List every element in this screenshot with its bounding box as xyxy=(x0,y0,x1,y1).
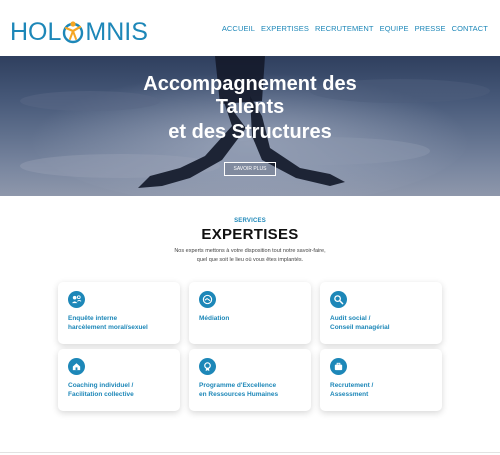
card-label: Médiation xyxy=(199,315,309,324)
intro-line1: Nos experts mettons à votre disposition … xyxy=(174,248,326,254)
card-label-line1: Médiation xyxy=(199,315,230,322)
logo-text-left: HOL xyxy=(10,18,62,46)
logo-figure-icon xyxy=(63,21,84,44)
magnifier-icon xyxy=(330,291,347,308)
logo-text-right: MNIS xyxy=(85,18,148,46)
nav-item-accueil[interactable]: ACCUEIL xyxy=(222,24,255,33)
hero-title-line3: et des Structures xyxy=(168,121,332,143)
main-nav: ACCUEIL EXPERTISES RECRUTEMENT EQUIPE PR… xyxy=(222,24,488,33)
nav-item-equipe[interactable]: EQUIPE xyxy=(380,24,409,33)
card-programme-excellence[interactable]: Programme d'Excellence en Ressources Hum… xyxy=(189,349,311,411)
brand-logo[interactable]: HOL MNIS xyxy=(10,17,148,47)
card-label: Coaching individuel / Facilitation colle… xyxy=(68,382,178,399)
card-label-line1: Recrutement / xyxy=(330,382,374,389)
card-mediation[interactable]: Médiation xyxy=(189,282,311,344)
footer-divider xyxy=(0,452,500,453)
briefcase-icon xyxy=(330,358,347,375)
hero-title-line1: Accompagnement des xyxy=(143,73,357,95)
card-label-line1: Coaching individuel / xyxy=(68,382,134,389)
nav-item-contact[interactable]: CONTACT xyxy=(452,24,488,33)
card-label-line2: Facilitation collective xyxy=(68,390,134,398)
house-icon xyxy=(68,358,85,375)
card-label: Programme d'Excellence en Ressources Hum… xyxy=(199,382,309,399)
card-enquete-interne[interactable]: Enquête interne harcèlement moral/sexuel xyxy=(58,282,180,344)
medal-icon xyxy=(199,358,216,375)
hero-title-line2: Talents xyxy=(215,96,285,118)
card-label: Recrutement / Assessment xyxy=(330,382,440,399)
nav-item-recrutement[interactable]: RECRUTEMENT xyxy=(315,24,374,33)
card-label: Audit social / Conseil managérial xyxy=(330,315,440,332)
card-label-line2: harcèlement moral/sexuel xyxy=(68,323,148,331)
card-recrutement[interactable]: Recrutement / Assessment xyxy=(320,349,442,411)
card-audit-social[interactable]: Audit social / Conseil managérial xyxy=(320,282,442,344)
card-label-line1: Enquête interne xyxy=(68,315,118,322)
card-label-line2: en Ressources Humaines xyxy=(199,390,279,398)
nav-item-presse[interactable]: PRESSE xyxy=(415,24,446,33)
savoir-plus-button[interactable]: SAVOIR PLUS xyxy=(224,162,276,176)
card-label-line2: Assessment xyxy=(330,390,369,398)
section-eyebrow: SERVICES xyxy=(234,218,266,224)
card-label-line2: Conseil managérial xyxy=(330,323,390,331)
site-header: HOL MNIS ACCUEIL EXPERTISES RECRUTEMENT … xyxy=(0,0,500,56)
handshake-icon xyxy=(199,291,216,308)
section-title: EXPERTISES xyxy=(201,226,299,243)
card-coaching[interactable]: Coaching individuel / Facilitation colle… xyxy=(58,349,180,411)
section-intro: Nos experts mettons à votre disposition … xyxy=(0,247,500,265)
card-label-line1: Programme d'Excellence xyxy=(199,382,277,389)
card-label: Enquête interne harcèlement moral/sexuel xyxy=(68,315,178,332)
card-label-line1: Audit social / xyxy=(330,315,371,322)
intro-line2: quel que soit le lieu où vous êtes impla… xyxy=(196,257,304,263)
people-icon xyxy=(68,291,85,308)
nav-item-expertises[interactable]: EXPERTISES xyxy=(261,24,309,33)
